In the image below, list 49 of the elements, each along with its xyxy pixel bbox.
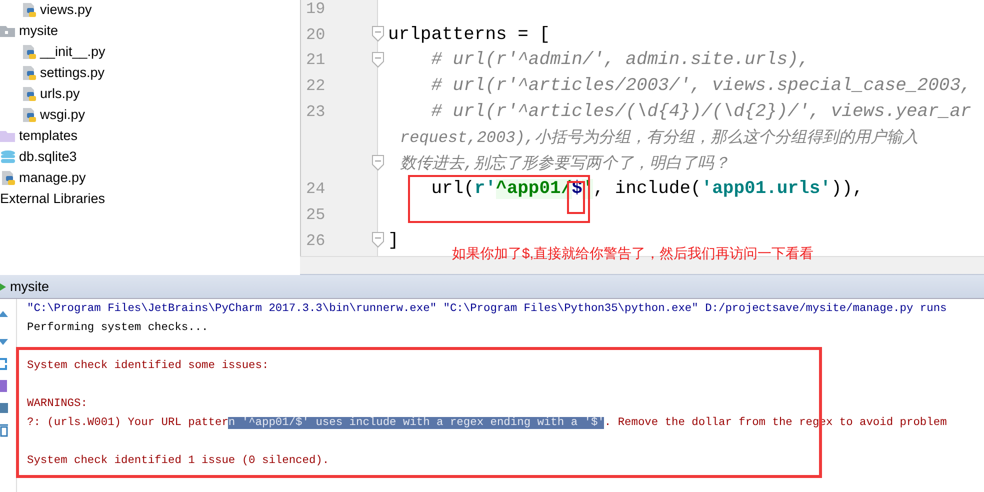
code-line: # url(r'^admin/', admin.site.urls), [430,50,810,70]
tree-item-label[interactable]: db.sqlite3 [19,149,77,164]
line-number: 20 [306,26,326,44]
python-file-icon [0,170,16,186]
line-number: 19 [306,0,326,18]
code-line: urlpatterns = [ [388,24,550,45]
annotation-note: 如果你加了$,直接就给你警告了，然后我们再访问一下看看 [452,245,814,263]
print-icon[interactable] [0,401,10,415]
up-arrow-icon[interactable] [0,309,10,319]
stop-icon[interactable] [0,379,10,393]
fold-icon[interactable] [372,26,384,42]
python-file-icon [21,86,37,102]
tree-item-label[interactable]: wsgi.py [40,107,86,122]
run-tab-title[interactable]: mysite [10,279,50,294]
tree-item-label[interactable]: mysite [19,23,58,38]
tree-item-label[interactable]: templates [19,128,78,143]
code-line: 数传进去,别忘了形参要写两个了，明白了吗？ [400,155,730,174]
console-line: "C:\Program Files\JetBrains\PyCharm 2017.3.3\bin\runnerw.exe" "C:\Program Files\Python35\python.exe" D:/projectsave/mysite/manage.py runs [27,302,947,314]
fold-icon[interactable] [372,52,384,68]
down-arrow-icon[interactable] [0,337,10,347]
python-file-icon [21,44,37,60]
line-number: 25 [306,206,326,224]
console-line: System check identified some issues: [27,360,269,372]
console-line: System check identified 1 issue (0 silenced). [27,454,330,466]
rerun-icon[interactable] [0,357,10,371]
tree-item-label[interactable]: __init__.py [40,44,106,59]
database-icon [0,148,16,164]
line-number: 21 [306,51,326,70]
python-file-icon [21,2,37,18]
line-number: 22 [306,77,326,96]
line-number: 23 [306,103,326,122]
fold-icon[interactable] [372,232,384,248]
tree-item-label[interactable]: views.py [40,2,92,17]
python-file-icon [21,64,37,80]
fold-icon[interactable] [372,154,384,171]
code-line: # url(r'^articles/2003/', views.special_case_2003, [430,76,972,96]
trash-icon[interactable] [0,423,10,437]
tree-item-label[interactable]: urls.py [40,86,80,101]
tree-item-label[interactable]: manage.py [19,170,86,185]
python-file-icon [21,106,37,122]
tree-item-label[interactable]: settings.py [40,65,105,80]
console-line: WARNINGS: [27,398,88,410]
line-number: 26 [306,232,326,250]
code-line: request,2003),小括号为分组，有分组，那么这个分组得到的用户输入 [400,129,918,148]
code-line: # url(r'^articles/(\d{4})/(\d{2})/', views.year_ar [430,102,972,122]
console-line: Performing system checks... [27,322,208,334]
code-line: ] [388,231,399,252]
tree-item-label[interactable]: External Libraries [0,191,106,206]
line-number: 24 [306,180,326,198]
